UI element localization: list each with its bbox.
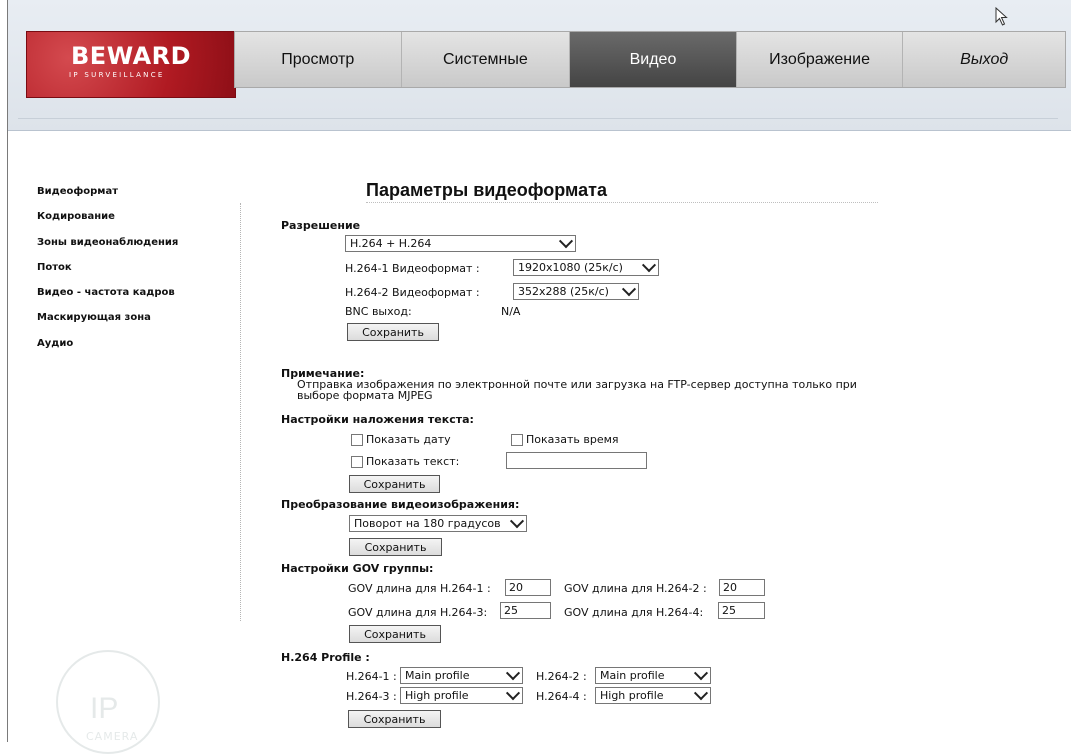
overlay-text-input[interactable]	[506, 452, 647, 469]
sidebar-item-zones[interactable]: Зоны видеонаблюдения	[37, 237, 237, 262]
sidebar-item-encoding[interactable]: Кодирование	[37, 211, 237, 236]
mouse-cursor-icon	[995, 7, 1008, 26]
note-text: Отправка изображения по электронной почт…	[297, 378, 857, 402]
profile-save-button[interactable]: Сохранить	[348, 710, 441, 728]
nav-view[interactable]: Просмотр	[235, 32, 402, 87]
profile-heading: H.264 Profile :	[281, 651, 370, 664]
page-title: Параметры видеоформата	[366, 180, 607, 200]
gov-4-input[interactable]: 25	[718, 602, 765, 619]
resolution-mode-select[interactable]: H.264 + H.264	[345, 233, 576, 252]
overlay-heading: Настройки наложения текста:	[281, 413, 474, 426]
show-date-checkbox[interactable]: Показать дату	[351, 433, 451, 446]
h264-2-format-value: 352x288 (25к/с)	[518, 285, 609, 298]
resolution-mode-value: H.264 + H.264	[350, 237, 432, 250]
show-text-checkbox[interactable]: Показать текст:	[351, 455, 459, 468]
checkbox-box	[351, 455, 363, 468]
profile-4-label: H.264-4 :	[536, 690, 587, 703]
profile-2-select[interactable]: Main profile	[595, 665, 711, 684]
chevron-down-icon	[641, 257, 657, 272]
header-divider	[18, 118, 1058, 119]
transform-value: Поворот на 180 градусов	[354, 517, 501, 530]
profile-2-value: Main profile	[600, 669, 665, 682]
logo-text: BEWARD	[71, 42, 192, 70]
profile-1-value: Main profile	[405, 669, 470, 682]
sidebar-divider	[240, 203, 241, 621]
gov-2-input[interactable]: 20	[719, 579, 765, 596]
gov-3-input[interactable]: 25	[500, 602, 551, 619]
beward-logo: BEWARD IP SURVEILLANCE	[26, 31, 236, 98]
sidebar-item-videoformat[interactable]: Видеоформат	[37, 186, 237, 211]
chevron-down-icon	[509, 513, 525, 528]
profile-3-select[interactable]: High profile	[400, 685, 523, 704]
browser-viewport: BEWARD IP SURVEILLANCE Просмотр Системны…	[7, 0, 1071, 754]
gov-4-label: GOV длина для H.264-4:	[564, 606, 704, 619]
nav-exit[interactable]: Выход	[903, 32, 1065, 87]
nav-system[interactable]: Системные	[402, 32, 571, 87]
gov-1-input[interactable]: 20	[505, 579, 551, 596]
sidebar-item-mask[interactable]: Маскирующая зона	[37, 312, 237, 337]
sidebar: Видеоформат Кодирование Зоны видеонаблюд…	[37, 186, 237, 363]
chevron-down-icon	[505, 665, 521, 680]
profile-3-value: High profile	[405, 689, 469, 702]
show-text-label: Показать текст:	[366, 455, 460, 468]
sidebar-item-stream[interactable]: Поток	[37, 262, 237, 287]
watermark-ip: IP	[90, 692, 119, 725]
main-nav: Просмотр Системные Видео Изображение Вых…	[234, 31, 1066, 88]
gov-save-button[interactable]: Сохранить	[349, 625, 441, 643]
profile-3-label: H.264-3 :	[346, 690, 397, 703]
ip-camera-watermark: IP CAMERA	[38, 650, 178, 754]
bnc-value: N/A	[501, 305, 521, 318]
h264-1-format-value: 1920x1080 (25к/с)	[518, 261, 623, 274]
title-underline	[366, 202, 878, 203]
gov-3-label: GOV длина для H.264-3:	[348, 606, 488, 619]
profile-1-select[interactable]: Main profile	[400, 665, 523, 684]
h264-2-format-label: H.264-2 Видеоформат :	[345, 286, 480, 299]
show-date-label: Показать дату	[366, 433, 451, 446]
gov-heading: Настройки GOV группы:	[281, 562, 434, 575]
h264-1-format-label: H.264-1 Видеоформат :	[345, 262, 480, 275]
chevron-down-icon	[558, 233, 574, 248]
profile-2-label: H.264-2 :	[536, 670, 587, 683]
checkbox-box	[511, 433, 523, 446]
transform-heading: Преобразование видеоизображения:	[281, 498, 520, 511]
show-time-label: Показать время	[526, 433, 619, 446]
sidebar-item-audio[interactable]: Аудио	[37, 338, 237, 363]
resolution-save-button[interactable]: Сохранить	[347, 323, 439, 341]
profile-4-select[interactable]: High profile	[595, 685, 711, 704]
chevron-down-icon	[693, 685, 709, 700]
checkbox-box	[351, 433, 363, 446]
profile-1-label: H.264-1 :	[346, 670, 397, 683]
h264-1-format-select[interactable]: 1920x1080 (25к/с)	[513, 257, 659, 276]
h264-2-format-select[interactable]: 352x288 (25к/с)	[513, 281, 639, 300]
gov-1-label: GOV длина для H.264-1 :	[348, 582, 491, 595]
transform-select[interactable]: Поворот на 180 градусов	[349, 513, 527, 532]
header-bar: BEWARD IP SURVEILLANCE Просмотр Системны…	[8, 0, 1071, 131]
profile-4-value: High profile	[600, 689, 664, 702]
nav-video[interactable]: Видео	[570, 32, 737, 87]
sidebar-item-framerate[interactable]: Видео - частота кадров	[37, 287, 237, 312]
show-time-checkbox[interactable]: Показать время	[511, 433, 619, 446]
gov-2-label: GOV длина для H.264-2 :	[564, 582, 707, 595]
resolution-heading: Разрешение	[281, 219, 361, 232]
logo-tagline: IP SURVEILLANCE	[69, 71, 165, 79]
transform-save-button[interactable]: Сохранить	[349, 538, 442, 556]
chevron-down-icon	[621, 281, 637, 296]
chevron-down-icon	[693, 665, 709, 680]
chevron-down-icon	[505, 685, 521, 700]
nav-image[interactable]: Изображение	[737, 32, 904, 87]
bnc-label: BNC выход:	[345, 305, 412, 318]
overlay-save-button[interactable]: Сохранить	[349, 475, 440, 493]
watermark-camera: CAMERA	[86, 730, 139, 743]
